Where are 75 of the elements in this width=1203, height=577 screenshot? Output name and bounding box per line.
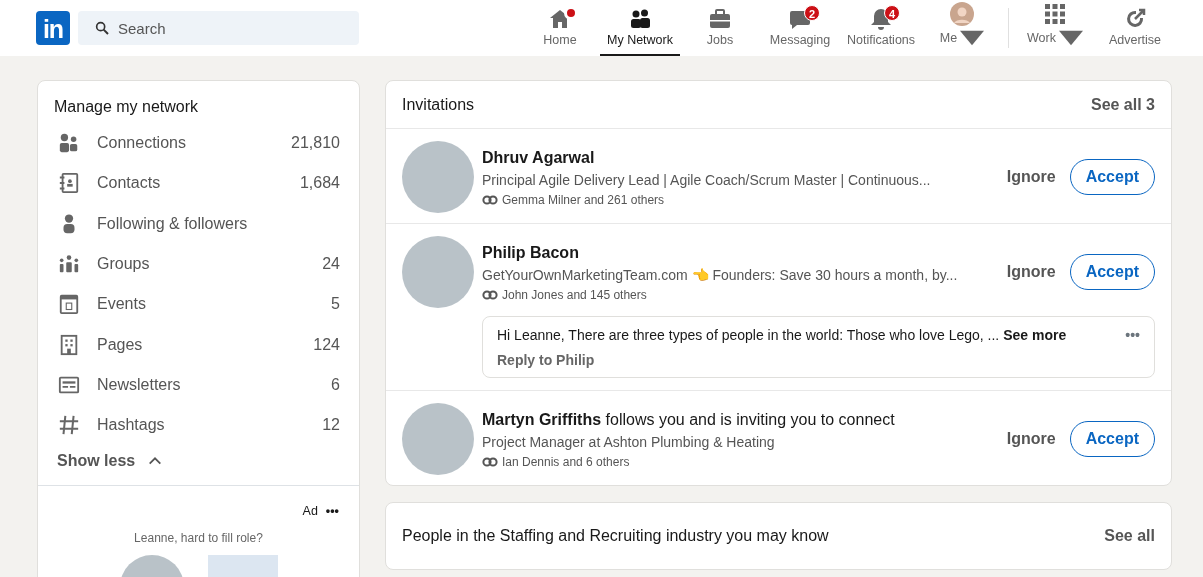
ignore-button[interactable]: Ignore (992, 165, 1070, 189)
accept-button[interactable]: Accept (1069, 159, 1155, 195)
sidebar-item[interactable]: Following & followers (38, 203, 359, 244)
hashtag-icon (58, 414, 80, 437)
nav-tab[interactable]: Me (922, 0, 1002, 56)
nav-label: Notifications (846, 32, 916, 50)
item-count: 24 (322, 254, 340, 275)
sidebar-item[interactable]: Contacts 1,684 (38, 163, 359, 204)
see-all-link[interactable]: See all 3 (1090, 92, 1155, 117)
reply-link[interactable]: Reply to Philip (497, 350, 595, 371)
search-field[interactable]: Search (78, 11, 359, 45)
sidebar-item[interactable]: Events 5 (38, 284, 359, 325)
logo[interactable]: in (36, 11, 70, 45)
nav-tab[interactable]: Advertise (1095, 0, 1175, 56)
more-options-button[interactable]: ••• (1125, 325, 1140, 346)
avatar-icon (950, 2, 974, 26)
person-name[interactable]: Philip Bacon (482, 240, 993, 265)
more-options-button[interactable]: ••• (325, 502, 339, 522)
item-count: 5 (331, 294, 340, 315)
sidebar-item[interactable]: Newsletters 6 (38, 364, 359, 406)
sidebar-title: Manage my network (53, 97, 200, 117)
mutual-connections-icon (482, 194, 498, 205)
invitation-sentence: Martyn Griffiths follows you and is inviting you to connect (482, 409, 896, 430)
message-text: Hi Leanne, There are three types of people in the world: Those who love Lego, ... See more (497, 326, 1067, 345)
person-name[interactable]: Dhruv Agarwal (482, 145, 993, 170)
sidebar-item[interactable]: Connections 21,810 (38, 123, 359, 164)
nav-tab[interactable]: My Network (600, 0, 680, 56)
nav-tab[interactable]: Home (520, 0, 600, 56)
nav-tab[interactable]: Messaging 2 (760, 0, 840, 56)
show-less-toggle[interactable]: Show less (38, 445, 183, 486)
ignore-button[interactable]: Ignore (992, 427, 1070, 451)
mutual-connections-icon (482, 289, 498, 300)
calendar-icon (58, 293, 80, 316)
nav-tab[interactable]: Work (1015, 0, 1095, 56)
nav-label: Jobs (706, 32, 734, 50)
item-count: 124 (313, 334, 340, 355)
search-icon (94, 20, 110, 36)
see-all-link[interactable]: See all (1104, 524, 1155, 548)
mutual-connections-text: John Jones and 145 others (502, 286, 647, 304)
see-more-link[interactable]: See more (1003, 327, 1067, 343)
sidebar-item[interactable]: Hashtags 12 (38, 405, 359, 446)
sidebar-item[interactable]: Groups 24 (38, 243, 359, 285)
ad-text: Leanne, hard to fill role? (133, 530, 264, 548)
mutual-connections-text: Ian Dennis and 6 others (502, 453, 630, 471)
address-book-icon (58, 172, 80, 195)
mutual-connections-icon (482, 456, 498, 467)
nav-tab[interactable]: Jobs (680, 0, 760, 56)
ignore-button[interactable]: Ignore (992, 260, 1070, 284)
sidebar-item[interactable]: Pages 124 (38, 324, 359, 365)
person-headline: Project Manager at Ashton Plumbing & Heating (482, 432, 776, 452)
nav-label: Home (543, 32, 577, 50)
count-badge: 4 (884, 5, 900, 21)
nav-label: Advertise (1108, 32, 1162, 50)
item-count: 21,810 (291, 133, 340, 154)
accept-button[interactable]: Accept (1069, 421, 1155, 457)
mutual-connections-text: Gemma Milner and 261 others (502, 191, 665, 209)
grid-icon (1043, 2, 1067, 26)
item-count: 1,684 (299, 173, 340, 194)
nav-tab[interactable]: Notifications 4 (840, 0, 922, 56)
card-title: Invitations (402, 94, 475, 115)
ad-label: Ad (302, 503, 318, 521)
accept-button[interactable]: Accept (1069, 254, 1155, 290)
item-count: 12 (322, 415, 340, 436)
building-icon (58, 333, 80, 356)
nav-label: My Network (607, 32, 673, 50)
bell-icon (869, 7, 893, 32)
card-title: People in the Staffing and Recruiting industry you may know (402, 526, 829, 546)
person-headline: Principal Agile Delivery Lead | Agile Coach/Scrum Master | Continuous... (482, 170, 932, 190)
person-headline: GetYourOwnMarketingTeam.com 👈 Founders: Save 30 hours a month, by... (482, 265, 959, 285)
nav-label: Messaging (769, 32, 831, 50)
item-count: 6 (331, 374, 340, 395)
people-icon (58, 132, 80, 155)
nav-label: Me (939, 29, 958, 47)
nav-label: Work (1027, 29, 1056, 47)
count-badge: 2 (804, 5, 820, 21)
